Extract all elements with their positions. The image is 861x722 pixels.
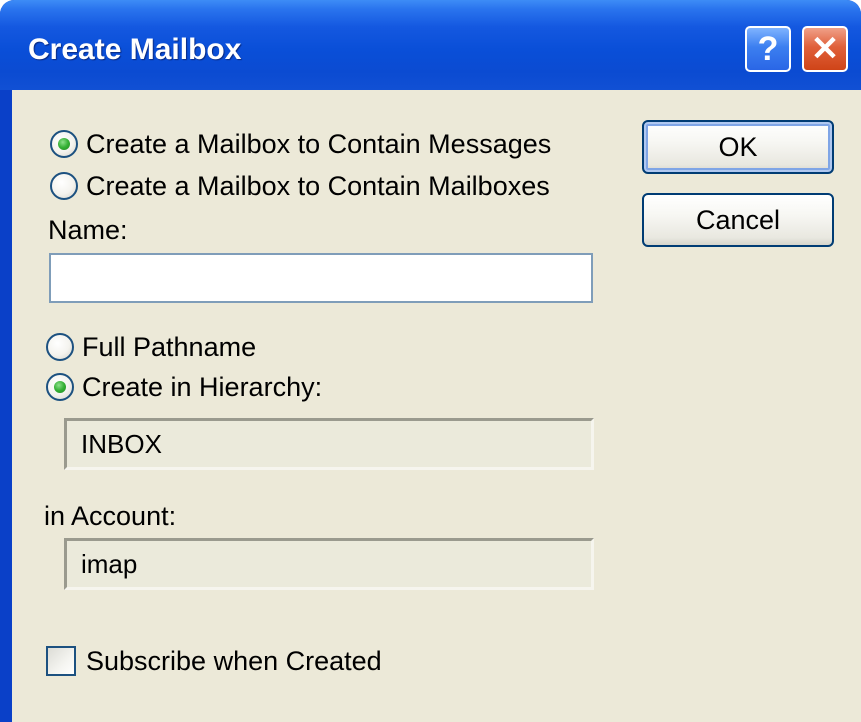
radio-selected-dot <box>54 381 66 393</box>
radio-create-in-hierarchy-label: Create in Hierarchy: <box>82 372 323 402</box>
radio-selected-dot <box>58 138 70 150</box>
account-label: in Account: <box>44 501 177 531</box>
ok-button[interactable]: OK <box>642 120 834 174</box>
hierarchy-field: INBOX <box>64 418 594 470</box>
close-icon: ✕ <box>810 30 840 68</box>
dialog-body: Create a Mailbox to Contain Messages Cre… <box>12 90 861 722</box>
checkbox-icon <box>46 646 76 676</box>
close-button[interactable]: ✕ <box>802 26 848 72</box>
radio-button-icon <box>50 172 78 200</box>
name-input[interactable] <box>49 253 593 303</box>
radio-button-icon <box>46 373 74 401</box>
cancel-button[interactable]: Cancel <box>642 193 834 247</box>
help-button[interactable]: ? <box>745 26 791 72</box>
radio-create-in-hierarchy[interactable]: Create in Hierarchy: <box>46 371 322 403</box>
radio-contain-mailboxes-label: Create a Mailbox to Contain Mailboxes <box>86 171 550 201</box>
radio-button-icon <box>50 130 78 158</box>
radio-contain-mailboxes[interactable]: Create a Mailbox to Contain Mailboxes <box>50 170 550 202</box>
subscribe-checkbox[interactable]: Subscribe when Created <box>46 645 382 677</box>
radio-contain-messages[interactable]: Create a Mailbox to Contain Messages <box>50 128 551 160</box>
radio-contain-messages-label: Create a Mailbox to Contain Messages <box>86 129 552 159</box>
radio-full-pathname[interactable]: Full Pathname <box>46 331 256 363</box>
create-mailbox-dialog: Create Mailbox ? ✕ Create a Mailbox to C… <box>0 0 861 722</box>
radio-full-pathname-label: Full Pathname <box>82 332 257 362</box>
title-bar[interactable]: Create Mailbox ? ✕ <box>0 0 861 90</box>
name-label: Name: <box>48 215 128 245</box>
help-icon: ? <box>757 29 779 68</box>
window-title: Create Mailbox <box>28 33 242 66</box>
subscribe-label: Subscribe when Created <box>86 646 382 676</box>
radio-button-icon <box>46 333 74 361</box>
account-field: imap <box>64 538 594 590</box>
